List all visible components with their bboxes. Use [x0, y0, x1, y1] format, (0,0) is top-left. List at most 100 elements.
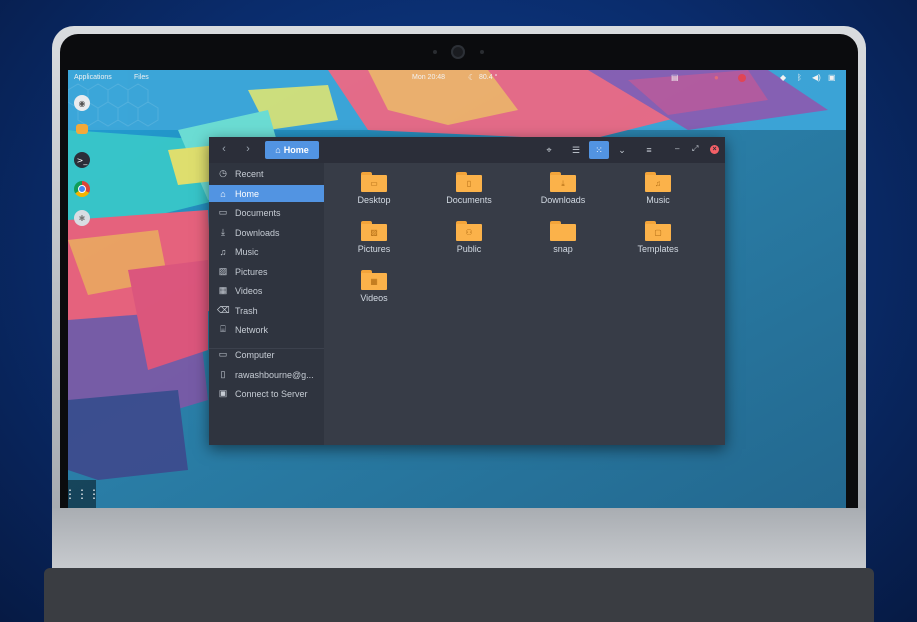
- folder-item[interactable]: ▭ Desktop: [334, 170, 414, 212]
- clock-icon: ◷: [219, 168, 227, 178]
- folder-icon: ▢: [645, 221, 671, 241]
- sidebar-item-label: Trash: [235, 305, 258, 316]
- sidebar-item-network[interactable]: ⌸ Network: [209, 321, 324, 338]
- sidebar-item-music[interactable]: ♫ Music: [209, 243, 324, 260]
- notification-icon[interactable]: [738, 74, 746, 82]
- menu-button[interactable]: ≡: [639, 141, 659, 159]
- slides-icon[interactable]: [76, 124, 88, 134]
- sidebar-item-downloads[interactable]: ⤓ Downloads: [209, 224, 324, 241]
- folder-label: Music: [646, 195, 670, 205]
- weather-temperature[interactable]: 80.4 °: [479, 74, 497, 81]
- music-icon: ♫: [219, 246, 227, 257]
- template-icon: ▢: [645, 224, 671, 241]
- sidebar-item-label: Videos: [235, 285, 263, 296]
- sidebar-item-computer[interactable]: ▭ Computer: [209, 346, 324, 363]
- sidebar-item-pictures[interactable]: ▨ Pictures: [209, 263, 324, 280]
- video-icon: ▦: [218, 285, 228, 295]
- screen: Applications Files Mon 20:48 ☾ 80.4 ° ▤ …: [68, 70, 846, 508]
- folder-item[interactable]: ▯ Documents: [429, 170, 509, 212]
- sidebar-item-label: Recent: [235, 168, 264, 179]
- desktop-icon: ▭: [361, 175, 387, 192]
- grid-icon: ⁙: [595, 144, 603, 155]
- folder-icon: ♫: [645, 172, 671, 192]
- applications-menu[interactable]: Applications: [74, 74, 112, 81]
- screenshot-icon[interactable]: ◉: [74, 95, 90, 111]
- sidebar-item-label: rawashbourne@g...: [235, 369, 314, 380]
- list-view-button[interactable]: ☰: [566, 141, 586, 159]
- sidebar-item-account[interactable]: ▯ rawashbourne@g...: [209, 366, 324, 383]
- clipboard-icon[interactable]: ▤: [671, 73, 679, 82]
- sidebar-item-videos[interactable]: ▦ Videos: [209, 282, 324, 299]
- document-icon: ▯: [456, 175, 482, 192]
- sensor-dot: [433, 50, 437, 54]
- list-icon: ☰: [571, 144, 581, 155]
- grid-view-button[interactable]: ⁙: [589, 141, 609, 159]
- breadcrumb-home[interactable]: ⌂ Home: [265, 141, 319, 159]
- trash-icon: ⌫: [217, 305, 230, 315]
- places-sidebar: ◷ Recent ⌂ Home ▭ Documents ⤓ Downloads ♫ Mus…: [209, 163, 324, 445]
- sidebar-item-documents[interactable]: ▭ Documents: [209, 204, 324, 221]
- folder-label: Templates: [637, 244, 679, 254]
- sidebar-item-label: Home: [235, 188, 260, 199]
- sidebar-item-label: Documents: [235, 207, 281, 218]
- home-icon: ⌂: [275, 145, 281, 155]
- folder-item[interactable]: ▢ Templates: [618, 219, 698, 261]
- grid-icon: ⋮⋮⋮: [68, 487, 100, 501]
- folder-label: Pictures: [357, 244, 391, 254]
- folder-item[interactable]: snap: [523, 219, 603, 261]
- clock[interactable]: Mon 20:48: [412, 74, 445, 81]
- close-icon[interactable]: ×: [710, 145, 719, 154]
- show-applications-button[interactable]: ⋮⋮⋮: [68, 480, 100, 508]
- folder-label: Public: [456, 244, 482, 254]
- sidebar-item-recent[interactable]: ◷ Recent: [209, 165, 324, 182]
- folder-icon: ⤓: [550, 172, 576, 192]
- chrome-icon[interactable]: [74, 181, 90, 197]
- folder-icon: ▯: [456, 172, 482, 192]
- weather-icon: ☾: [468, 73, 476, 82]
- view-options-button[interactable]: ⌄: [612, 141, 632, 159]
- account-icon: ▯: [220, 369, 226, 379]
- files-app-menu[interactable]: Files: [134, 74, 149, 81]
- wifi-icon[interactable]: ◆: [780, 73, 786, 82]
- sidebar-item-connect-server[interactable]: ▣ Connect to Server: [209, 385, 324, 402]
- video-icon: ▦: [361, 273, 387, 290]
- folder-icon: [550, 221, 576, 241]
- folder-item[interactable]: ⤓ Downloads: [523, 170, 603, 212]
- folder-icon: ▨: [361, 221, 387, 241]
- back-button[interactable]: ‹: [217, 143, 231, 155]
- location-button[interactable]: ⌖: [539, 141, 559, 159]
- settings-icon[interactable]: ✱: [74, 210, 90, 226]
- folder-item[interactable]: ▨ Pictures: [334, 219, 414, 261]
- keyboard: [44, 568, 874, 622]
- chevron-down-icon: ⌄: [618, 144, 626, 155]
- maximize-icon[interactable]: ⤢: [692, 144, 698, 154]
- picture-icon: ▨: [218, 266, 228, 276]
- folder-item[interactable]: ♫ Music: [618, 170, 698, 212]
- header-bar: ‹ › ⌂ Home ⌖ ☰ ⁙ ⌄ ≡ – ⤢ ×: [209, 137, 725, 163]
- crosshair-icon: ⌖: [546, 144, 552, 155]
- folder-icon: ▭: [361, 172, 387, 192]
- webcam: [451, 45, 465, 59]
- bluetooth-icon[interactable]: ᛒ: [797, 73, 802, 82]
- minimize-icon[interactable]: –: [675, 144, 679, 153]
- sidebar-item-home[interactable]: ⌂ Home: [209, 185, 324, 202]
- folder-icon: ▦: [361, 270, 387, 290]
- forward-button[interactable]: ›: [241, 143, 255, 155]
- terminal-icon[interactable]: >_: [74, 152, 90, 168]
- network-icon: ⌸: [220, 324, 226, 334]
- music-icon: ♫: [645, 175, 671, 192]
- folder-item[interactable]: ⚇ Public: [429, 219, 509, 261]
- sidebar-item-label: Computer: [235, 349, 275, 360]
- document-icon: ▭: [218, 207, 228, 217]
- record-icon[interactable]: ●: [714, 73, 719, 82]
- sensor-dot: [480, 50, 484, 54]
- home-icon: ⌂: [220, 188, 226, 199]
- sidebar-item-label: Music: [235, 246, 259, 257]
- file-manager-window: ‹ › ⌂ Home ⌖ ☰ ⁙ ⌄ ≡ – ⤢ × ◷ Recent ⌂ Home…: [209, 137, 725, 445]
- volume-icon[interactable]: ◀): [812, 73, 821, 82]
- sidebar-item-label: Network: [235, 324, 269, 335]
- breadcrumb-label: Home: [283, 145, 309, 155]
- sidebar-item-trash[interactable]: ⌫ Trash: [209, 302, 324, 319]
- battery-icon[interactable]: ▣: [828, 73, 836, 82]
- folder-item[interactable]: ▦ Videos: [334, 268, 414, 310]
